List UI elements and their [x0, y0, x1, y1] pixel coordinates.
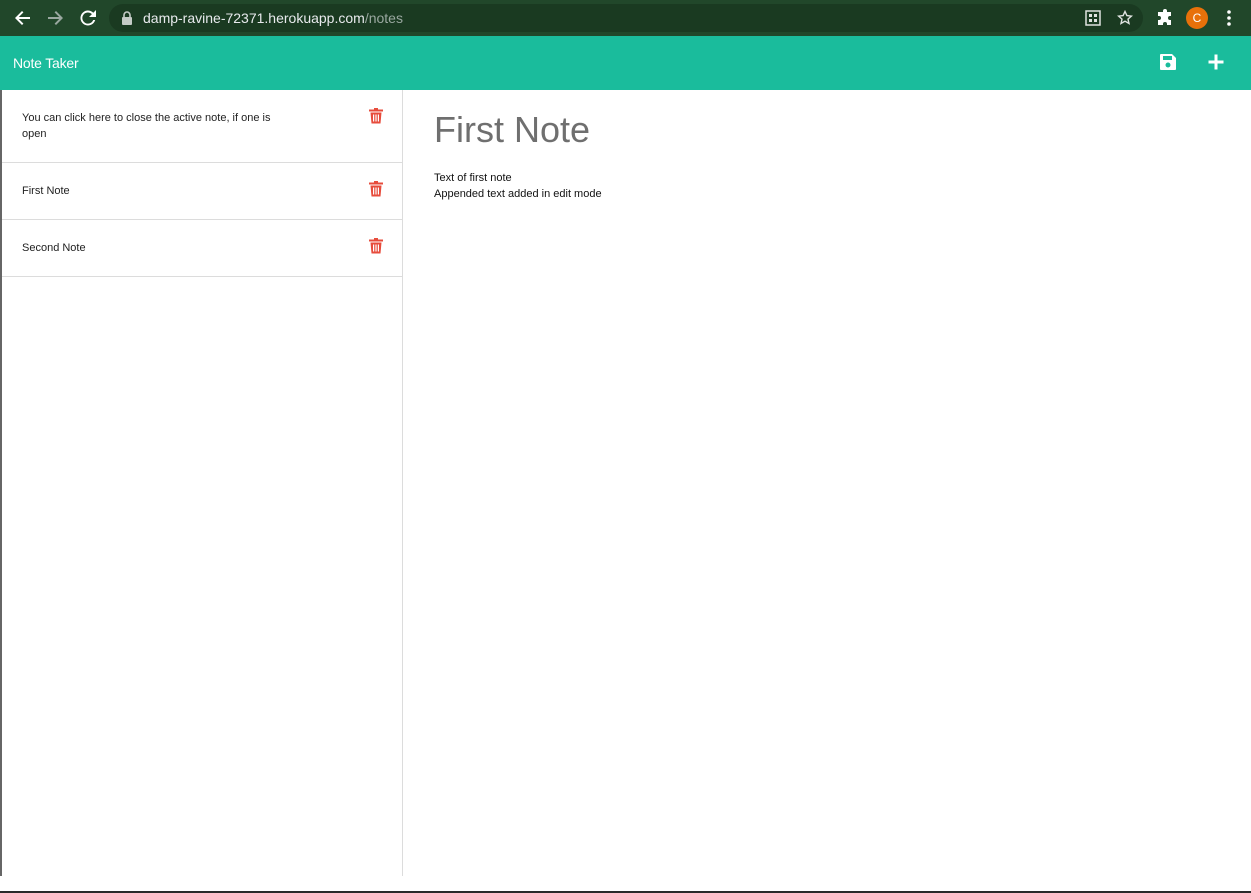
back-arrow-icon: [15, 11, 30, 25]
list-item-label: First Note: [22, 185, 70, 197]
app-title[interactable]: Note Taker: [13, 55, 79, 71]
back-button[interactable]: [12, 7, 34, 29]
url-path: /notes: [364, 10, 403, 26]
note-title-input[interactable]: [434, 108, 1214, 152]
trash-icon[interactable]: [369, 238, 383, 254]
list-item[interactable]: You can click here to close the active n…: [2, 90, 403, 163]
reload-icon: [80, 10, 96, 26]
trash-icon[interactable]: [369, 108, 383, 124]
url-host: damp-ravine-72371.herokuapp.com: [143, 10, 365, 26]
extensions-puzzle-icon[interactable]: [1156, 9, 1174, 27]
address-bar[interactable]: damp-ravine-72371.herokuapp.com/notes: [109, 4, 1143, 32]
avatar[interactable]: C: [1186, 7, 1208, 29]
reload-button[interactable]: [77, 7, 99, 29]
new-note-button[interactable]: [1206, 52, 1226, 72]
note-body-textarea[interactable]: Text of first note Appended text added i…: [434, 170, 1214, 850]
url-text: damp-ravine-72371.herokuapp.com/notes: [143, 10, 403, 26]
forward-arrow-icon: [48, 11, 63, 25]
list-item[interactable]: First Note: [2, 163, 403, 220]
list-item[interactable]: Second Note: [2, 220, 403, 277]
browser-toolbar: damp-ravine-72371.herokuapp.com/notes C: [0, 0, 1251, 36]
kebab-menu-icon[interactable]: [1224, 9, 1234, 27]
plus-icon: [1208, 54, 1224, 70]
forward-button[interactable]: [44, 7, 66, 29]
star-icon[interactable]: [1117, 10, 1133, 26]
app-navbar: Note Taker: [0, 36, 1251, 90]
trash-icon[interactable]: [369, 181, 383, 197]
list-item-label: Second Note: [22, 242, 86, 254]
save-icon: [1160, 54, 1176, 70]
note-list: You can click here to close the active n…: [0, 90, 403, 876]
save-note-button[interactable]: [1158, 52, 1178, 72]
qr-code-icon[interactable]: [1085, 10, 1101, 26]
list-item-label: You can click here to close the active n…: [22, 112, 271, 140]
lock-icon: [122, 11, 132, 25]
